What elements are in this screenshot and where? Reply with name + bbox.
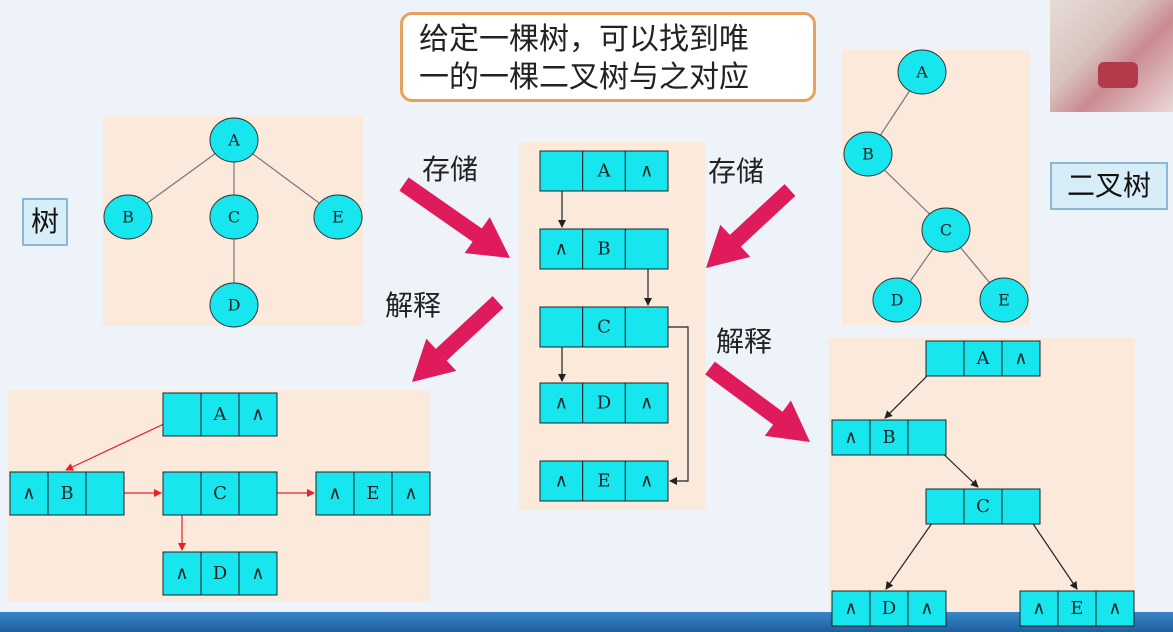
binary-interp-record-D-cell-2-text: ∧ bbox=[920, 598, 933, 619]
tree-interp-record-B-cell-2 bbox=[85, 471, 125, 516]
tree-node-C-label: C bbox=[228, 208, 240, 227]
storage-record-4-cell-1-text: E bbox=[597, 471, 610, 492]
binary-interp-record-C-cell-1-text: C bbox=[976, 496, 990, 517]
storage-record-1: ∧ B bbox=[539, 228, 669, 270]
storage-record-1-cell-1-text: B bbox=[597, 239, 610, 260]
storage-record-4-cell-0-text: ∧ bbox=[555, 471, 568, 492]
storage-record-3-cell-1-text: D bbox=[597, 393, 611, 414]
storage-record-4-cell-2-text: ∧ bbox=[640, 471, 653, 492]
tree-node-B-label: B bbox=[122, 208, 134, 227]
binary-interp-record-D: ∧ D ∧ bbox=[831, 590, 947, 627]
binary-node-A-label: A bbox=[915, 63, 928, 82]
binary-interp-record-B-cell-1-text: B bbox=[882, 427, 895, 448]
tree-interp-record-E: ∧ E ∧ bbox=[315, 471, 431, 516]
binary-interp-record-D-cell-1-text: D bbox=[882, 598, 896, 619]
binary-node-C-label: C bbox=[940, 221, 952, 240]
tree-interp-record-D-cell-2-text: ∧ bbox=[251, 563, 264, 584]
binary-interp-record-C: C bbox=[925, 488, 1041, 525]
store-arrow-left bbox=[399, 177, 510, 258]
tree-interp-record-E-cell-0-text: ∧ bbox=[328, 483, 341, 504]
binary-interp-record-E-cell-2-text: ∧ bbox=[1108, 598, 1121, 619]
binary-interp-record-B-cell-2 bbox=[907, 419, 947, 456]
diagram-canvas: AB CDEABCD EA ∧∧ BC∧ D ∧∧ E ∧A ∧∧ B C ∧ E ∧∧ D ∧A ∧∧ BC∧ D ∧… bbox=[9, 49, 1135, 627]
tree-interp-record-E-cell-2-text: ∧ bbox=[404, 483, 417, 504]
interpret-arrow-right bbox=[705, 361, 810, 442]
binary-interp-record-B-cell-0-text: ∧ bbox=[844, 427, 857, 448]
storage-record-0: A ∧ bbox=[539, 150, 669, 192]
binary-interp-record-A-cell-2-text: ∧ bbox=[1014, 348, 1027, 369]
storage-record-1-cell-0-text: ∧ bbox=[555, 239, 568, 260]
tree-node-E-label: E bbox=[332, 208, 344, 227]
tree-node-A-label: A bbox=[227, 131, 240, 150]
interpret-arrow-left bbox=[412, 296, 504, 382]
storage-record-2: C bbox=[539, 306, 669, 348]
binary-interp-record-B: ∧ B bbox=[831, 419, 947, 456]
binary-interp-record-A-cell-0 bbox=[925, 340, 965, 377]
storage-record-2-cell-0 bbox=[539, 306, 584, 348]
binary-interp-record-E: ∧ E ∧ bbox=[1019, 590, 1135, 627]
binary-interp-record-D-cell-0-text: ∧ bbox=[844, 598, 857, 619]
tree-interp-record-D: ∧ D ∧ bbox=[162, 551, 278, 596]
storage-record-2-cell-1-text: C bbox=[597, 317, 611, 338]
binary-interp-record-A-cell-1-text: A bbox=[976, 348, 991, 369]
store-arrow-right bbox=[706, 184, 796, 268]
binary-node-E-label: E bbox=[998, 291, 1010, 310]
tree-interp-record-B-cell-0-text: ∧ bbox=[22, 483, 35, 504]
storage-record-0-cell-1-text: A bbox=[597, 161, 612, 182]
tree-interp-record-C-cell-0 bbox=[162, 471, 202, 516]
storage-record-0-cell-2-text: ∧ bbox=[640, 161, 653, 182]
tree-interp-record-D-cell-1-text: D bbox=[213, 563, 227, 584]
tree-interp-record-A-cell-1-text: A bbox=[213, 404, 228, 425]
tree-interp-record-A-cell-2-text: ∧ bbox=[251, 404, 264, 425]
tree-interp-record-A: A ∧ bbox=[162, 392, 278, 437]
storage-record-3-cell-0-text: ∧ bbox=[555, 393, 568, 414]
binary-interp-record-E-cell-0-text: ∧ bbox=[1032, 598, 1045, 619]
tree-node-D-label: D bbox=[228, 296, 241, 315]
binary-interp-record-C-cell-2 bbox=[1001, 488, 1041, 525]
tree-interp-record-E-cell-1-text: E bbox=[366, 483, 379, 504]
binary-interp-record-C-cell-0 bbox=[925, 488, 965, 525]
binary-node-B-label: B bbox=[862, 145, 874, 164]
storage-record-3: ∧ D ∧ bbox=[539, 382, 669, 424]
tree-interp-record-C-cell-1-text: C bbox=[213, 483, 227, 504]
tree-interp-record-A-cell-0 bbox=[162, 392, 202, 437]
storage-record-3-cell-2-text: ∧ bbox=[640, 393, 653, 414]
storage-record-0-cell-0 bbox=[539, 150, 584, 192]
tree-interp-record-C: C bbox=[162, 471, 278, 516]
storage-record-4: ∧ E ∧ bbox=[539, 460, 669, 502]
tree-interp-record-B: ∧ B bbox=[9, 471, 125, 516]
storage-record-2-cell-2 bbox=[624, 306, 669, 348]
tree-interp-record-B-cell-1-text: B bbox=[60, 483, 73, 504]
storage-record-1-cell-2 bbox=[624, 228, 669, 270]
tree-interp-record-C-cell-2 bbox=[238, 471, 278, 516]
binary-interp-record-E-cell-1-text: E bbox=[1070, 598, 1083, 619]
binary-interp-record-A: A ∧ bbox=[925, 340, 1041, 377]
binary-node-D-label: D bbox=[891, 291, 904, 310]
tree-interp-record-D-cell-0-text: ∧ bbox=[175, 563, 188, 584]
